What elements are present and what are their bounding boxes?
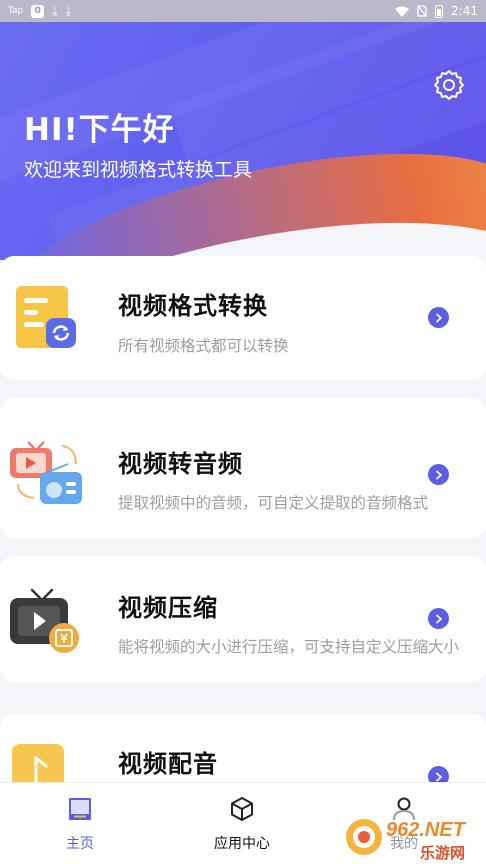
format-convert-icon bbox=[16, 286, 76, 348]
chevron-right-icon[interactable] bbox=[428, 608, 449, 629]
card-description: 所有视频格式都可以转换 bbox=[118, 337, 289, 355]
video-compress-icon bbox=[10, 588, 79, 653]
battery-icon bbox=[435, 4, 444, 18]
card-title: 视频格式转换 bbox=[118, 292, 268, 320]
card-video-format-convert[interactable]: 视频格式转换 所有视频格式都可以转换 bbox=[0, 256, 486, 380]
notification-badge: 0 bbox=[31, 4, 45, 18]
card-title: 视频压缩 bbox=[118, 594, 218, 622]
gear-icon[interactable] bbox=[432, 68, 466, 102]
download-icon: ⤓ bbox=[65, 3, 71, 18]
watermark-brand: 962.NET bbox=[386, 819, 467, 841]
home-icon bbox=[69, 798, 91, 820]
card-title: 视频转音频 bbox=[118, 450, 243, 478]
video-to-audio-icon bbox=[10, 441, 82, 504]
card-video-compress[interactable]: 视频压缩 能将视频的大小进行压缩，可支持自定义压缩大小 bbox=[0, 556, 486, 682]
wifi-icon bbox=[395, 6, 410, 17]
status-tag: Tap bbox=[8, 6, 24, 16]
tab-app-center[interactable]: 应用中心 bbox=[182, 795, 302, 853]
watermark-name: 乐游网 bbox=[420, 844, 465, 862]
no-sim-icon bbox=[417, 5, 427, 17]
tab-label: 主页 bbox=[66, 836, 94, 852]
status-time: 2:41 bbox=[451, 4, 478, 18]
card-description: 提取视频中的音频，可自定义提取的音频格式 bbox=[118, 494, 429, 512]
download-icon: ⤓ bbox=[52, 3, 58, 18]
page-subtitle: 欢迎来到视频格式转换工具 bbox=[24, 159, 253, 181]
tab-home[interactable]: 主页 bbox=[20, 795, 140, 853]
card-description: 能将视频的大小进行压缩，可支持自定义压缩大小 bbox=[118, 638, 460, 656]
page-title: HI!下午好 bbox=[24, 112, 175, 148]
chevron-right-icon[interactable] bbox=[428, 307, 449, 328]
chevron-right-icon[interactable] bbox=[428, 464, 449, 485]
site-watermark: 962.NET 乐游网 bbox=[342, 810, 486, 864]
status-bar: Tap 0 ⤓ ⤓ 2:41 bbox=[0, 0, 486, 22]
card-video-to-audio[interactable]: 视频转音频 提取视频中的音频，可自定义提取的音频格式 bbox=[0, 398, 486, 538]
header-banner: HI!下午好 欢迎来到视频格式转换工具 bbox=[0, 22, 486, 260]
tab-label: 应用中心 bbox=[214, 836, 270, 852]
card-title: 视频配音 bbox=[118, 750, 218, 778]
cube-icon bbox=[231, 797, 253, 821]
